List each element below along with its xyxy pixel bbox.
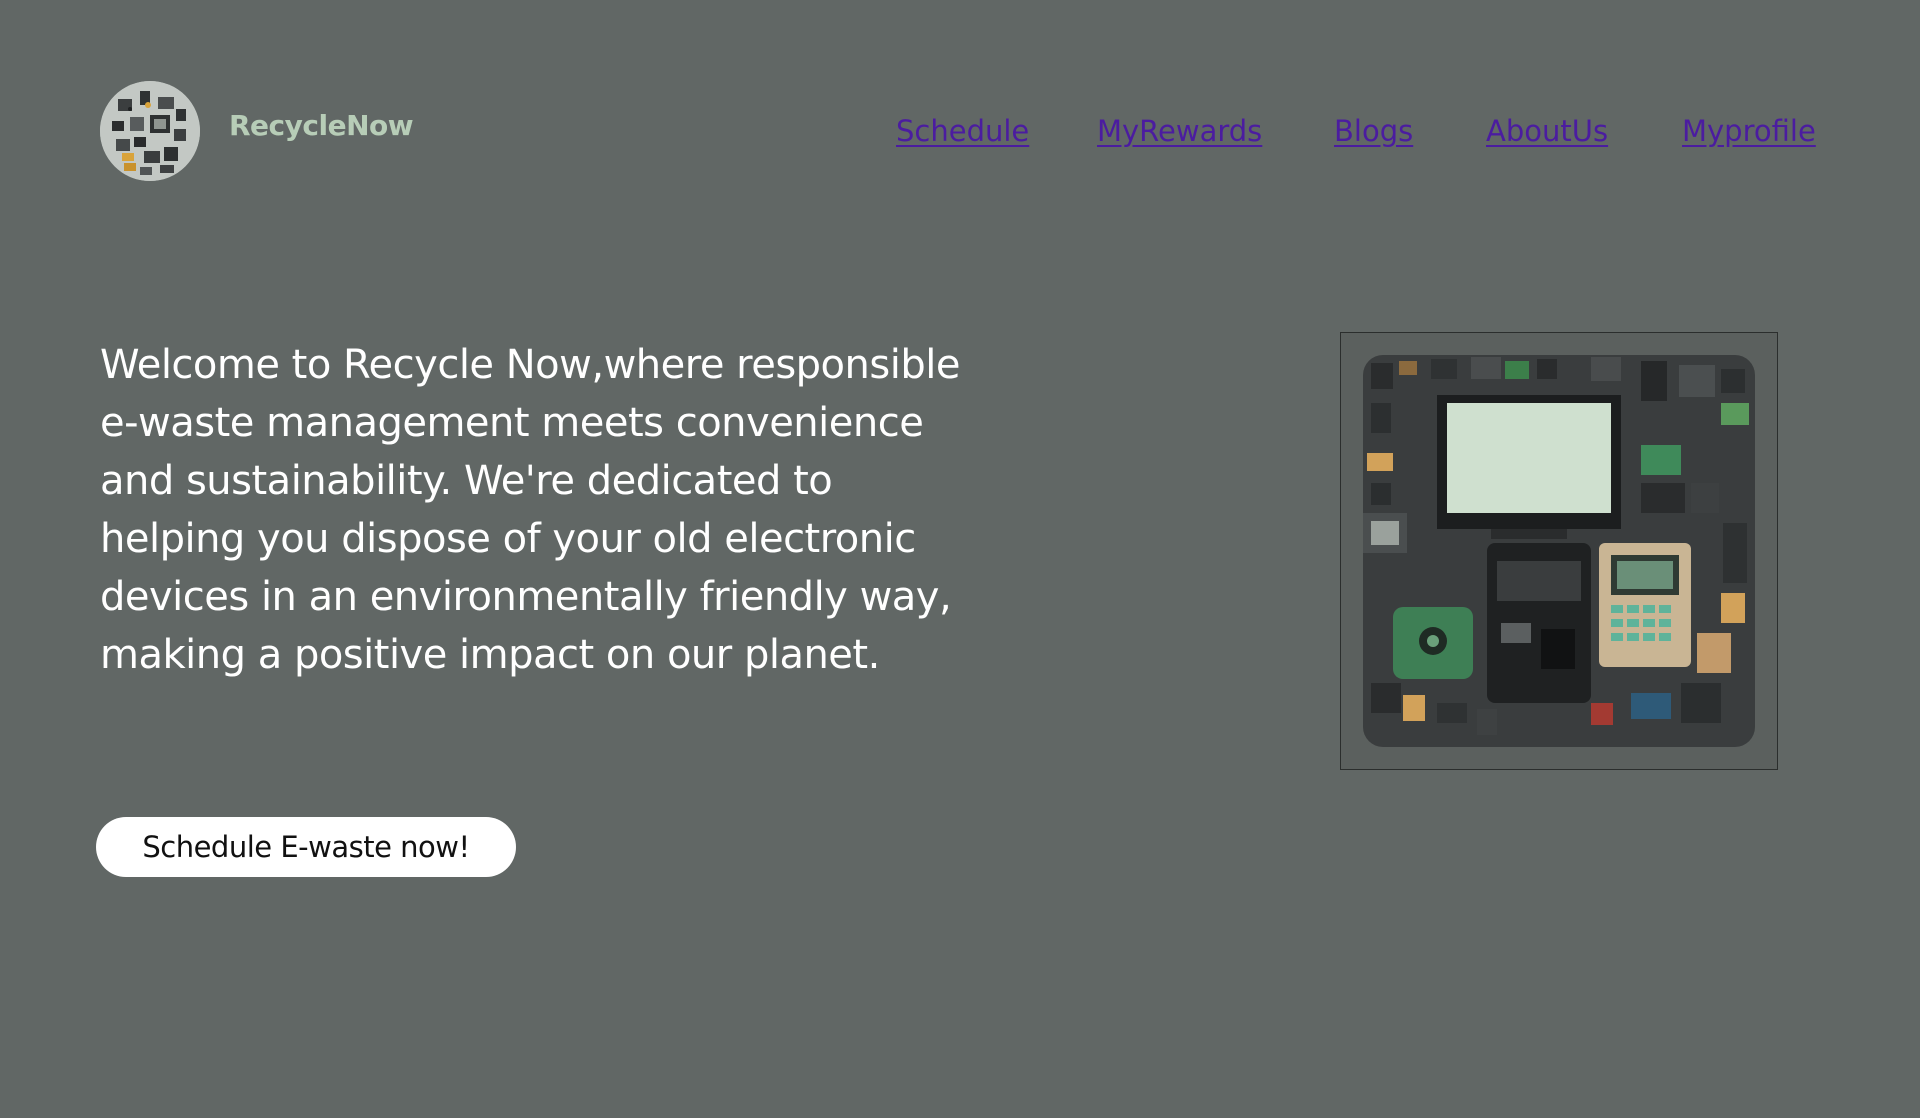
- nav-link-blogs[interactable]: Blogs: [1334, 114, 1413, 148]
- electronics-pile-icon: [1341, 333, 1777, 769]
- schedule-ewaste-button[interactable]: Schedule E-waste now!: [96, 817, 516, 877]
- main-nav: Schedule MyRewards Blogs AboutUs Myprofi…: [0, 114, 1920, 154]
- hero-ewaste-illustration: [1340, 332, 1778, 770]
- hero-description: Welcome to Recycle Now,where responsible…: [100, 342, 960, 678]
- nav-link-schedule[interactable]: Schedule: [896, 114, 1029, 148]
- nav-link-myrewards[interactable]: MyRewards: [1097, 114, 1262, 148]
- nav-link-myprofile[interactable]: Myprofile: [1682, 114, 1816, 148]
- landing-page: RecycleNow Schedule MyRewards Blogs Abou…: [0, 0, 1920, 1118]
- nav-link-aboutus[interactable]: AboutUs: [1486, 114, 1608, 148]
